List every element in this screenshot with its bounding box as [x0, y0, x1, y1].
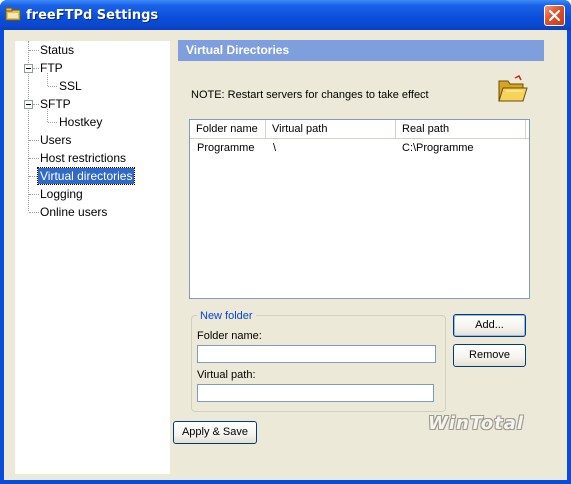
settings-tree[interactable]: Status FTP SSL SFTP Hostkey Users Host r… [15, 41, 170, 474]
close-button[interactable] [544, 5, 565, 26]
virtual-path-field[interactable] [197, 384, 434, 402]
column-folder-name[interactable]: Folder name [190, 120, 266, 138]
title-bar[interactable]: freeFTPd Settings [0, 0, 571, 30]
list-header: Folder name Virtual path Real path [190, 120, 529, 139]
tree-collapse-ftp-icon[interactable] [24, 64, 33, 73]
window-title: freeFTPd Settings [26, 8, 159, 23]
tree-line [48, 86, 57, 87]
cell-real-path: C:\Programme [402, 142, 474, 154]
tree-item-users[interactable]: Users [38, 132, 73, 148]
panel-header: Virtual Directories [178, 40, 544, 61]
dialog-body: Status FTP SSL SFTP Hostkey Users Host r… [4, 30, 567, 480]
folder-name-label: Folder name: [197, 330, 262, 342]
app-icon [5, 7, 21, 21]
new-folder-legend: New folder [197, 310, 256, 322]
tree-item-virtual-directories[interactable]: Virtual directories [36, 167, 136, 185]
app-window: freeFTPd Settings Status FTP SSL SFTP Ho… [0, 0, 571, 484]
tree-item-hostkey[interactable]: Hostkey [57, 114, 104, 130]
cell-folder-name: Programme [197, 142, 255, 154]
column-virtual-path[interactable]: Virtual path [266, 120, 396, 138]
cell-virtual-path: \ [273, 142, 277, 154]
tree-item-ssl[interactable]: SSL [57, 78, 84, 94]
tree-item-online-users[interactable]: Online users [38, 204, 109, 220]
apply-save-button[interactable]: Apply & Save [173, 421, 257, 444]
watermark-logo: WinTotal [428, 413, 525, 434]
tree-line [48, 122, 57, 123]
tree-collapse-sftp-icon[interactable] [24, 100, 33, 109]
tree-item-sftp[interactable]: SFTP [38, 96, 73, 112]
tree-item-host-restrictions[interactable]: Host restrictions [38, 150, 128, 166]
virtual-path-label: Virtual path: [197, 369, 256, 381]
folder-name-field[interactable] [197, 345, 436, 363]
column-real-path[interactable]: Real path [396, 120, 526, 138]
table-row[interactable]: Programme \ C:\Programme [190, 140, 529, 156]
tree-item-logging[interactable]: Logging [38, 186, 85, 202]
panel-title: Virtual Directories [186, 43, 290, 57]
tree-item-ftp[interactable]: FTP [38, 60, 65, 76]
tree-item-status[interactable]: Status [38, 42, 76, 58]
remove-button[interactable]: Remove [453, 344, 526, 367]
add-button[interactable]: Add... [453, 314, 526, 337]
close-icon [548, 9, 561, 22]
virtual-directories-list[interactable]: Folder name Virtual path Real path Progr… [189, 119, 530, 299]
folder-icon [498, 75, 528, 102]
restart-note: NOTE: Restart servers for changes to tak… [191, 89, 429, 101]
